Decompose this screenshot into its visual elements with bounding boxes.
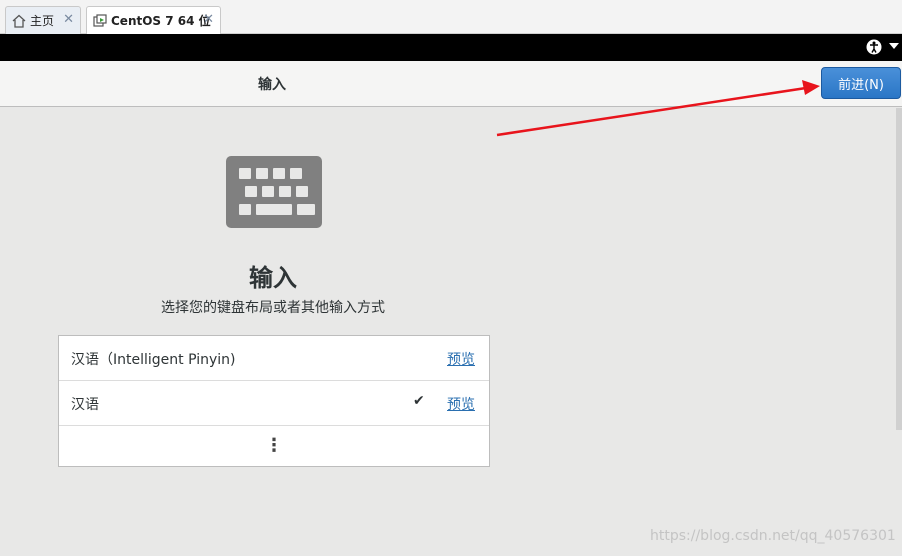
scrollbar[interactable]	[896, 108, 902, 430]
annotation-arrow	[496, 80, 820, 137]
watermark: https://blog.csdn.net/qq_40576301	[650, 528, 896, 544]
